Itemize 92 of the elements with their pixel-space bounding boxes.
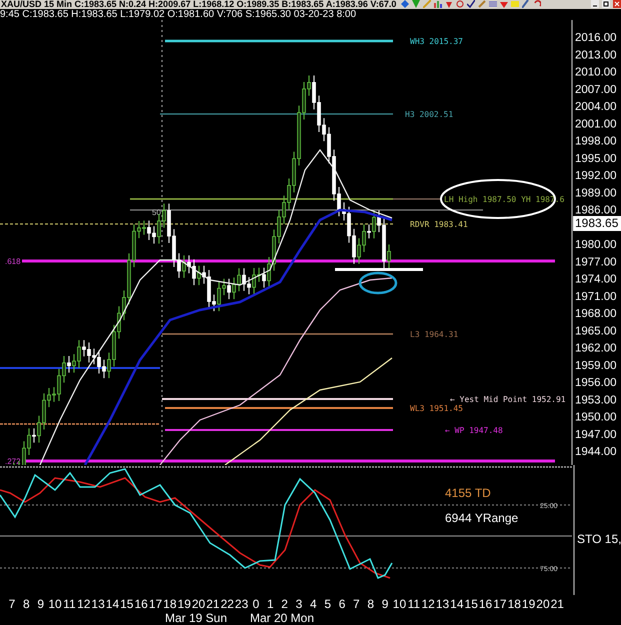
hour-tick-label: 4	[310, 597, 317, 612]
hour-tick-label: 19	[522, 597, 536, 612]
price-tick-label: 2010.00	[575, 66, 617, 78]
level-label: L3 1964.31	[410, 330, 458, 339]
hour-tick-label: 6	[338, 597, 346, 612]
price-tick-label: 1947.00	[575, 428, 617, 441]
hour-tick-label: 15	[120, 597, 134, 612]
price-tick-label: 1968.00	[575, 308, 617, 320]
close-icon[interactable]	[613, 0, 621, 8]
hour-tick-label: 17	[493, 597, 507, 612]
price-tick-label: 1986.00	[575, 204, 617, 216]
current-price-tag: 1983.65	[573, 216, 621, 231]
price-tick-label: 2007.00	[575, 84, 617, 96]
hour-tick-label: 18	[508, 597, 521, 612]
price-tick-label: 1953.00	[575, 394, 617, 406]
price-tick-label: 1965.00	[575, 325, 617, 338]
diamond-icon[interactable]	[401, 0, 410, 8]
price-tick-label: 1992.00	[575, 170, 617, 182]
hour-tick-label: 21	[550, 597, 564, 612]
yrange-reading: 6944 YRange	[445, 510, 518, 525]
hour-tick-label: 10	[392, 597, 406, 612]
hour-tick-label: 2	[281, 597, 288, 612]
price-tick-label: 2013.00	[575, 49, 617, 62]
arrow-down-icon[interactable]	[500, 0, 508, 8]
fib-label: 50	[152, 208, 161, 217]
hour-tick-label: 23	[234, 597, 248, 612]
pen-icon[interactable]	[522, 0, 530, 8]
level-label: RDVR 1983.41	[410, 220, 468, 229]
hour-tick-label: 16	[478, 597, 492, 612]
level-label: H3 2002.51	[405, 110, 454, 119]
hour-tick-label: 0	[252, 597, 260, 612]
hour-tick-label: 14	[450, 597, 464, 612]
hour-tick-label: 20	[192, 597, 206, 612]
hour-tick-label: 8	[367, 597, 374, 612]
hour-tick-label: 11	[408, 597, 420, 612]
td-reading: 4155 TD	[445, 486, 491, 500]
hour-tick-label: 10	[48, 597, 62, 612]
level-label: WL3 1951.45	[410, 404, 463, 413]
hour-tick-label: 9	[37, 597, 44, 612]
price-tick-label: 1989.00	[575, 187, 617, 200]
level-label: WH3 2015.37	[410, 36, 463, 46]
hour-tick-label: 5	[324, 597, 332, 612]
hour-tick-label: 22	[220, 597, 234, 612]
hour-tick-label: 8	[23, 597, 30, 612]
hour-tick-label: 12	[421, 597, 435, 612]
hour-tick-label: 15	[464, 597, 478, 612]
hour-tick-label: 17	[148, 597, 162, 612]
restore-icon[interactable]	[602, 0, 610, 8]
hour-tick-label: 19	[178, 597, 191, 612]
bar-chart-icon[interactable]	[434, 0, 442, 8]
day-label: Mar 19 Sun	[165, 611, 228, 625]
checkmark-icon[interactable]	[467, 0, 476, 8]
hour-tick-label: 13	[436, 597, 450, 612]
hour-tick-label: 13	[91, 597, 105, 612]
hour-tick-label: 7	[8, 597, 16, 612]
price-tick-label: 1980.00	[575, 238, 617, 251]
hour-tick-label: 3	[296, 597, 302, 612]
indicator-name: STO 15,	[577, 532, 621, 546]
price-tick-label: 1959.00	[575, 360, 617, 372]
hour-tick-label: 14	[106, 597, 120, 612]
fib-label: .618	[5, 256, 21, 266]
price-tick-label: 1944.00	[575, 446, 617, 458]
price-tick-label: 1971.00	[575, 290, 617, 303]
price-tick-label: 1950.00	[575, 411, 617, 424]
price-tick-label: 2001.00	[575, 118, 617, 130]
triangle-icon[interactable]	[412, 0, 420, 8]
hour-tick-label: 1	[266, 597, 274, 612]
price-tick-label: 1995.00	[575, 152, 617, 165]
range-line	[392, 198, 442, 200]
price-tick-label: 1977.00	[575, 256, 617, 268]
price-tick-label: 1962.00	[575, 342, 617, 354]
bar-info-line: 9:45 C:1983.65 H:1983.65 L:1979.02 O:1981.60 V:706 S:1965.30 03-20-23 8:00	[0, 8, 356, 20]
minimize-icon[interactable]	[591, 0, 599, 8]
hour-tick-label: 20	[536, 597, 550, 612]
ellipse-annotation	[358, 272, 398, 294]
hour-tick-label: 7	[353, 597, 360, 612]
hour-tick-label: 12	[77, 597, 90, 612]
hour-tick-label: 16	[134, 597, 148, 612]
list-icon[interactable]	[489, 0, 498, 8]
level-label: ← WP 1947.48	[445, 426, 503, 435]
price-tick-label: 1974.00	[575, 273, 617, 286]
undo-icon[interactable]	[533, 0, 542, 8]
hour-tick-label: 21	[206, 597, 220, 612]
price-tick-label: 1956.00	[575, 376, 617, 389]
day-label: Mar 20 Mon	[250, 611, 314, 625]
level-label: ← Yest Mid Point 1952.91	[450, 394, 566, 404]
hour-tick-label: 18	[163, 597, 177, 612]
price-tick-label: 2016.00	[575, 32, 617, 44]
price-tick-label: 2004.00	[575, 100, 617, 113]
hour-tick-label: 11	[63, 597, 76, 612]
price-tick-label: 1998.00	[575, 135, 617, 148]
hour-tick-label: 9	[382, 597, 388, 612]
